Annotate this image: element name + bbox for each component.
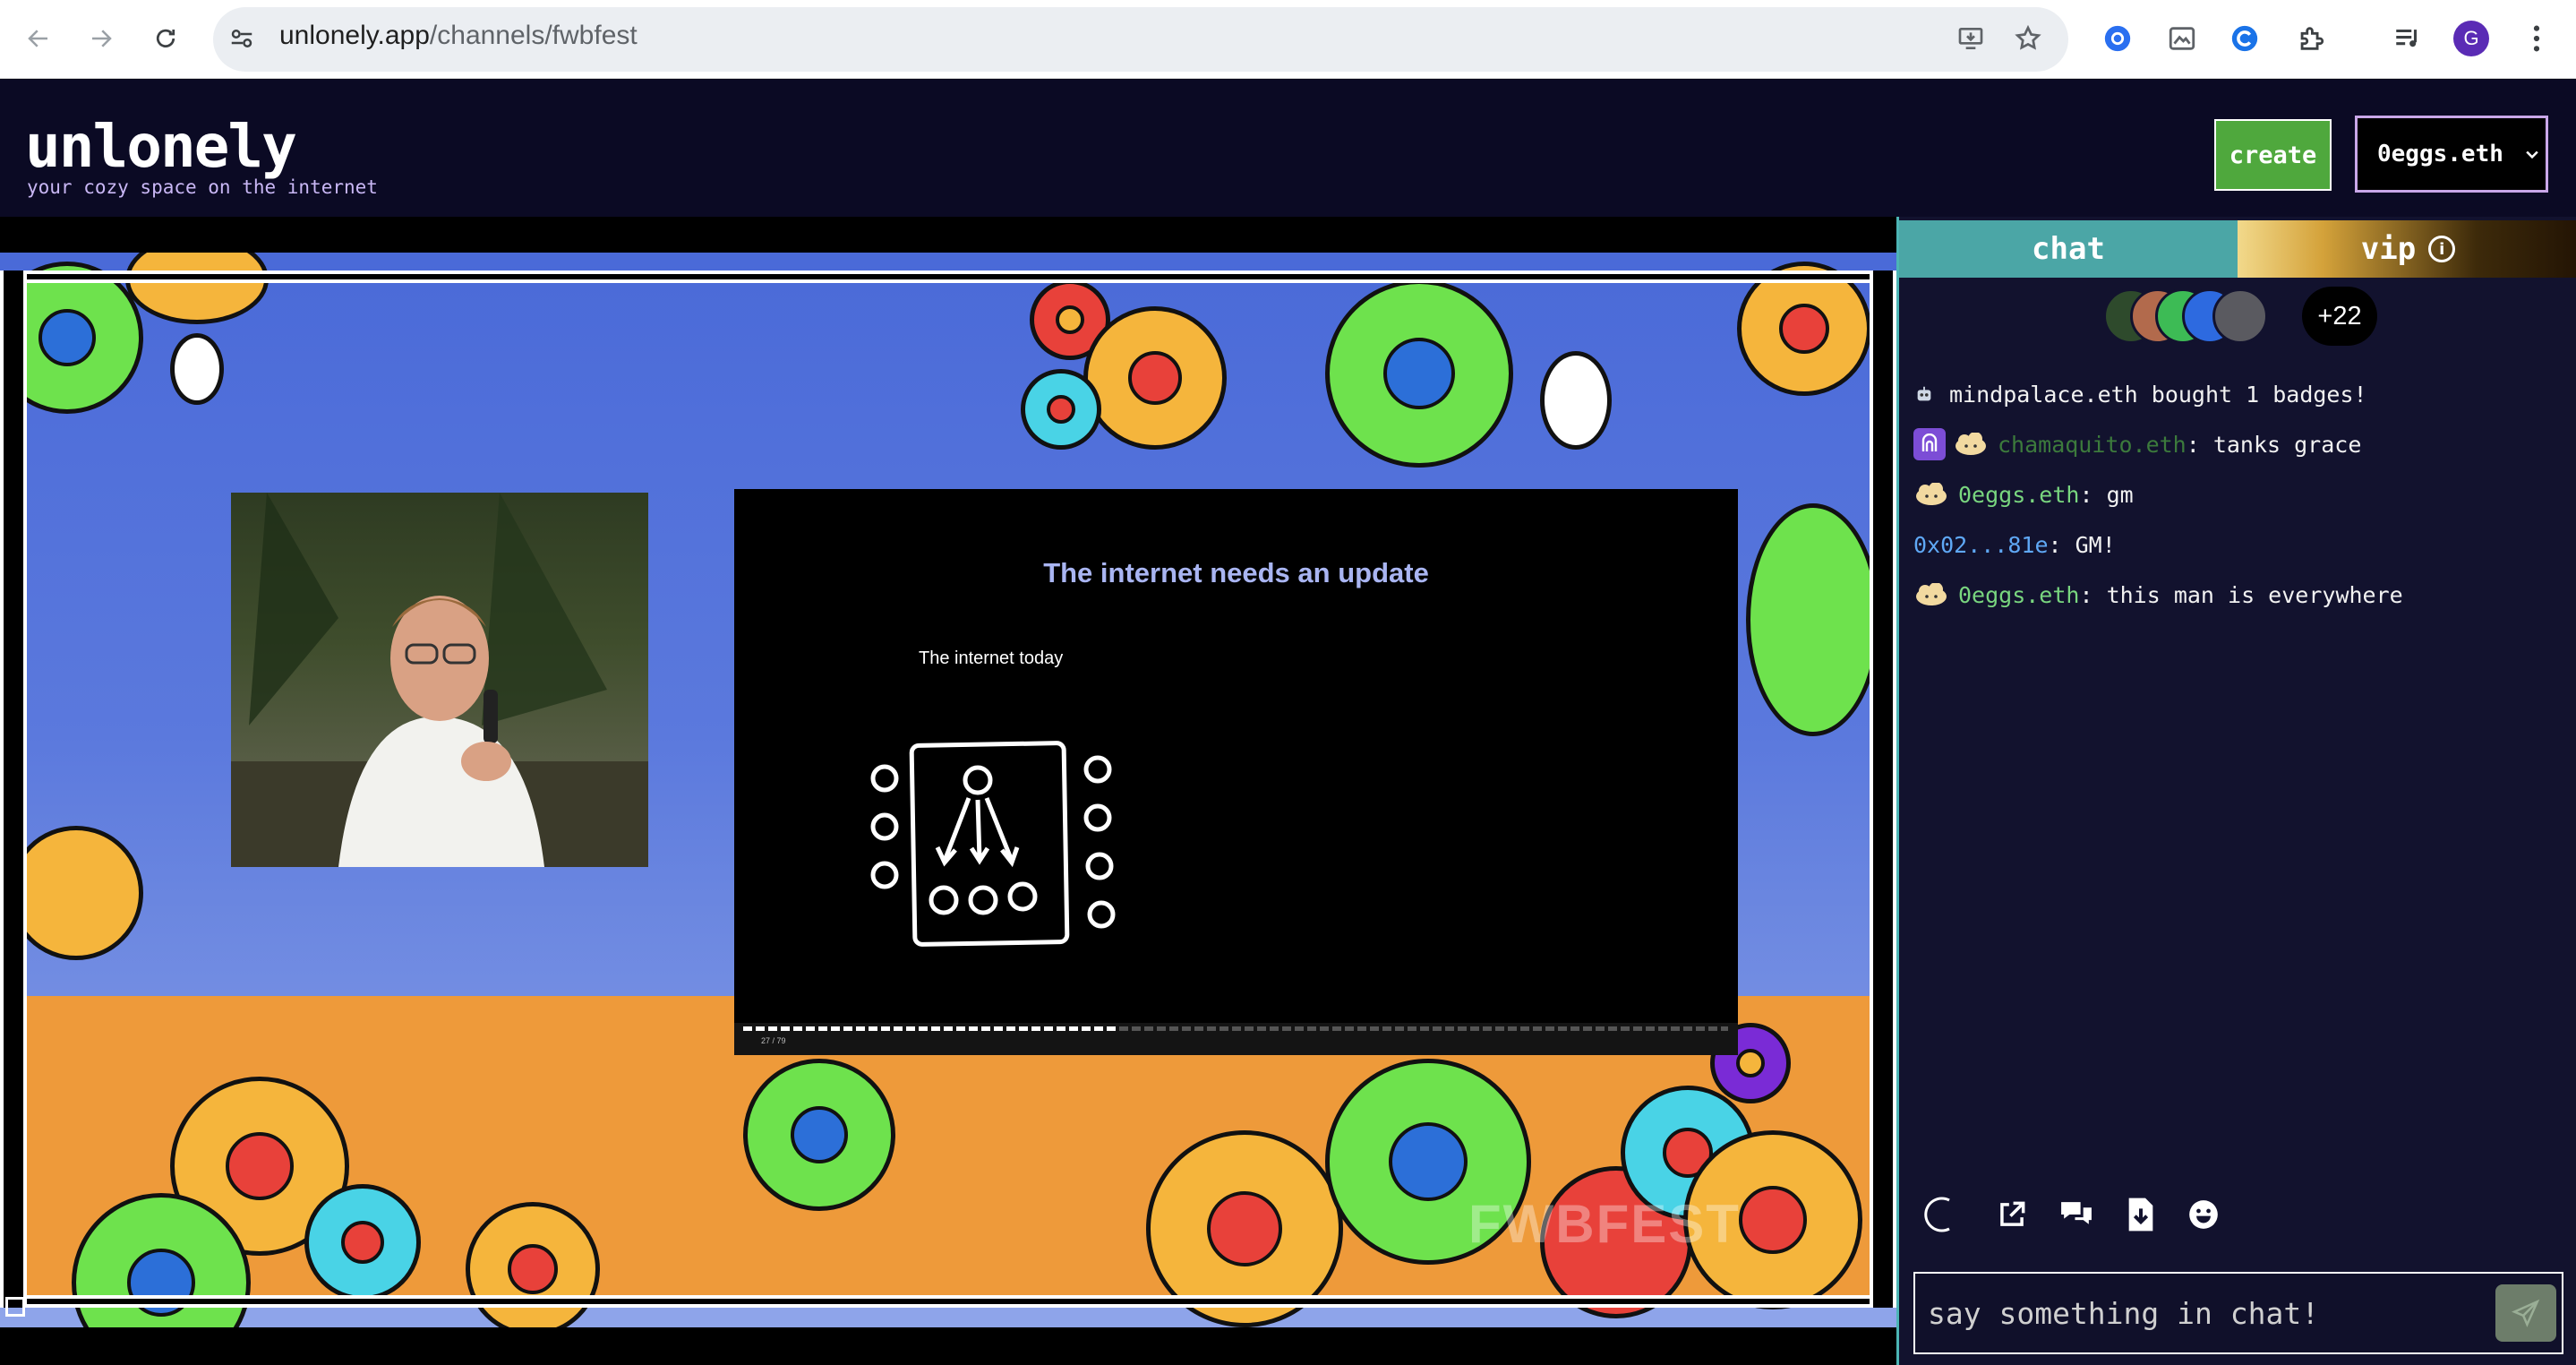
app-logo[interactable]: unlonely — [25, 112, 297, 181]
stream-background: The internet needs an update The interne… — [0, 253, 1896, 1327]
frame-border — [1870, 270, 1896, 1308]
chat-message-text: : tanks grace — [2186, 431, 2362, 458]
viewer-count-badge[interactable]: +22 — [2302, 287, 2377, 346]
chat-message-text: mindpalace.eth bought 1 badges! — [1949, 381, 2367, 408]
chat-message-text: : this man is everywhere — [2079, 581, 2403, 608]
flower-decoration — [9, 826, 143, 960]
robot-icon — [1913, 376, 1935, 412]
list-item: chamaquito.eth : tanks grace — [1913, 419, 2567, 469]
extension-icon[interactable] — [2095, 16, 2140, 61]
app-header: unlonely your cozy space on the internet — [0, 80, 2576, 217]
slide-progress-bar[interactable] — [743, 1026, 1728, 1031]
menu-dots-icon[interactable] — [2514, 16, 2559, 61]
cloud-emoji-icon — [1913, 476, 1949, 512]
list-item: 0x02...81e : GM! — [1913, 519, 2567, 570]
star-icon[interactable] — [2006, 16, 2050, 61]
back-icon[interactable] — [16, 16, 61, 61]
flower-decoration — [743, 1059, 895, 1211]
flower-decoration — [170, 333, 224, 405]
chat-username[interactable]: chamaquito.eth — [1998, 432, 2187, 458]
popout-icon[interactable] — [1987, 1189, 2037, 1240]
list-item: 0eggs.eth : this man is everywhere — [1913, 570, 2567, 620]
install-icon[interactable] — [1948, 16, 1993, 61]
frame-border — [0, 270, 27, 1308]
chat-input[interactable] — [1915, 1274, 2488, 1352]
download-icon[interactable] — [2116, 1189, 2166, 1240]
event-watermark: FWBFEST — [1468, 1194, 1741, 1254]
reload-icon[interactable] — [143, 16, 188, 61]
slide-title: The internet needs an update — [1043, 557, 1429, 588]
slide-page-indicator: 27 / 79 — [761, 1036, 786, 1045]
list-item: mindpalace.eth bought 1 badges! — [1913, 369, 2567, 419]
speaker-video — [231, 493, 648, 867]
flower-decoration — [1083, 306, 1227, 450]
media-icon[interactable] — [2385, 16, 2430, 61]
tab-vip[interactable]: vip i — [2238, 220, 2576, 278]
chevron-down-icon — [2526, 150, 2538, 159]
chat-input-box — [1913, 1272, 2563, 1354]
flower-decoration — [1540, 351, 1612, 450]
tab-vip-label: vip — [2360, 231, 2417, 267]
site-info-icon[interactable] — [219, 16, 264, 61]
list-item: 0eggs.eth : gm — [1913, 469, 2567, 519]
cloud-emoji-icon — [1913, 577, 1949, 613]
send-button[interactable] — [2495, 1284, 2556, 1342]
flower-decoration — [466, 1202, 600, 1327]
create-button[interactable]: create — [2214, 119, 2332, 191]
puzzle-icon[interactable] — [2289, 16, 2333, 61]
chat-username[interactable]: 0x02...81e — [1913, 532, 2049, 558]
slide-controls[interactable]: 27 / 79 — [734, 1023, 1738, 1055]
video-stream[interactable]: The internet needs an update The interne… — [0, 217, 1896, 1365]
send-icon — [2512, 1299, 2540, 1327]
chat-username[interactable]: 0eggs.eth — [1958, 582, 2079, 608]
presentation-slide: The internet needs an update The interne… — [734, 489, 1738, 1055]
user-name: 0eggs.eth — [2377, 141, 2503, 167]
frame-border — [16, 1295, 1896, 1308]
cloud-emoji-icon — [1953, 426, 1989, 462]
browser-toolbar: unlonely.app/channels/fwbfest G — [0, 0, 2576, 79]
chat-messages: mindpalace.eth bought 1 badges! chamaqui… — [1913, 369, 2567, 620]
flower-decoration — [1746, 503, 1880, 736]
profile-avatar[interactable]: G — [2449, 16, 2494, 61]
chat-message-text: : GM! — [2048, 531, 2116, 558]
url-text[interactable]: unlonely.app/channels/fwbfest — [279, 21, 638, 51]
slide-progress-fill — [743, 1026, 1117, 1031]
network-diagram — [870, 741, 1116, 947]
extension-icon[interactable] — [2160, 16, 2204, 61]
app-tagline: your cozy space on the internet — [27, 176, 378, 198]
extension-icon[interactable] — [2222, 16, 2267, 61]
frame-border — [16, 270, 1896, 283]
flower-decoration — [1021, 369, 1101, 450]
flower-decoration — [1325, 279, 1513, 468]
fullscreen-icon[interactable] — [5, 1297, 25, 1317]
user-menu-button[interactable]: 0eggs.eth — [2355, 116, 2548, 193]
loading-spinner-icon — [1917, 1189, 1967, 1240]
tab-chat[interactable]: chat — [1899, 220, 2238, 278]
chat-username[interactable]: 0eggs.eth — [1958, 482, 2079, 508]
info-icon[interactable]: i — [2428, 236, 2456, 262]
forward-icon[interactable] — [79, 16, 124, 61]
chat-panel: chat vip i +22 mindpalace.eth bought 1 b… — [1896, 217, 2576, 1365]
chat-bubbles-icon[interactable] — [2051, 1189, 2101, 1240]
flower-decoration — [304, 1184, 421, 1301]
avatar — [2212, 288, 2268, 344]
slide-subtitle: The internet today — [919, 648, 1064, 668]
chat-message-text: : gm — [2079, 481, 2134, 508]
emoji-icon[interactable] — [2178, 1189, 2229, 1240]
badge-icon — [1913, 428, 1946, 460]
flower-decoration — [125, 253, 269, 324]
